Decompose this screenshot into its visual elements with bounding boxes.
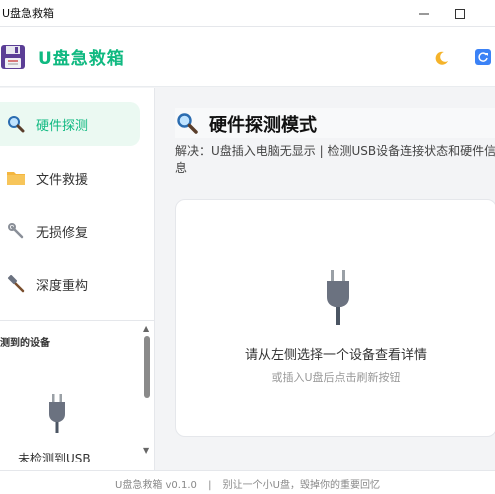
device-detail-card: 请从左侧选择一个设备查看详情 或插入U盘后点击刷新按钮 bbox=[175, 199, 495, 437]
scroll-down-icon[interactable]: ▼ bbox=[143, 446, 149, 455]
plug-icon bbox=[49, 394, 65, 433]
sidebar-item-label: 无损修复 bbox=[36, 225, 89, 241]
wrench-icon bbox=[6, 221, 26, 241]
scrollbar-thumb[interactable] bbox=[144, 336, 150, 398]
sidebar-item-file-rescue[interactable]: 文件救援 bbox=[0, 156, 140, 200]
moon-icon bbox=[435, 51, 448, 65]
sidebar-item-label: 硬件探测 bbox=[36, 118, 89, 134]
empty-state-message: 请从左侧选择一个设备查看详情 bbox=[244, 348, 427, 363]
hammer-icon bbox=[6, 274, 26, 294]
search-icon bbox=[177, 113, 198, 134]
theme-toggle-button[interactable] bbox=[432, 48, 452, 68]
scroll-up-icon[interactable]: ▲ bbox=[143, 324, 149, 333]
detected-devices-title: 测到的设备 bbox=[0, 338, 50, 349]
minimize-button[interactable] bbox=[404, 0, 444, 27]
floppy-disk-icon bbox=[1, 45, 25, 69]
search-icon bbox=[6, 114, 26, 134]
app-header: U盘急救箱 bbox=[0, 27, 495, 87]
app-title: U盘急救箱 bbox=[38, 49, 125, 69]
folder-icon bbox=[6, 168, 26, 188]
plug-icon bbox=[327, 270, 349, 325]
window-title: U盘急救箱 bbox=[2, 7, 55, 20]
sidebar-item-deep-rebuild[interactable]: 深度重构 bbox=[0, 262, 140, 306]
footer-separator: | bbox=[208, 480, 212, 491]
page-title: 硬件探测模式 bbox=[209, 115, 317, 136]
refresh-icon bbox=[478, 52, 488, 62]
mode-description: 解决：U盘插入电脑无显示 | 检测USB设备连接状态和硬件信息 bbox=[175, 144, 495, 175]
sidebar-item-lossless-repair[interactable]: 无损修复 bbox=[0, 209, 140, 253]
footer-text: U盘急救箱 v0.1.0 | 别让一个小U盘，毁掉你的重要回忆 bbox=[0, 476, 495, 491]
sidebar-divider bbox=[0, 320, 155, 321]
status-footer: U盘急救箱 v0.1.0 | 别让一个小U盘，毁掉你的重要回忆 bbox=[0, 470, 495, 494]
refresh-button[interactable] bbox=[475, 49, 491, 65]
sidebar-item-label: 文件救援 bbox=[36, 172, 89, 188]
maximize-icon bbox=[455, 8, 465, 19]
device-list-scrollbar[interactable]: ▲ ▼ bbox=[142, 324, 152, 458]
sidebar-item-hardware-detect[interactable]: 硬件探测 bbox=[0, 102, 140, 146]
app-version: U盘急救箱 v0.1.0 bbox=[115, 480, 197, 491]
sidebar: 硬件探测 文件救援 无损修复 深度重构 测到的设备 ▲ ▼ 未检测到USB bbox=[0, 88, 155, 470]
no-device-text: 未检测到USB bbox=[18, 452, 91, 462]
footer-slogan: 别让一个小U盘，毁掉你的重要回忆 bbox=[222, 480, 380, 491]
sidebar-item-label: 深度重构 bbox=[36, 278, 89, 294]
minimize-icon bbox=[419, 13, 429, 14]
maximize-button[interactable] bbox=[440, 0, 480, 27]
empty-state-hint: 或插入U盘后点击刷新按钮 bbox=[271, 371, 401, 384]
